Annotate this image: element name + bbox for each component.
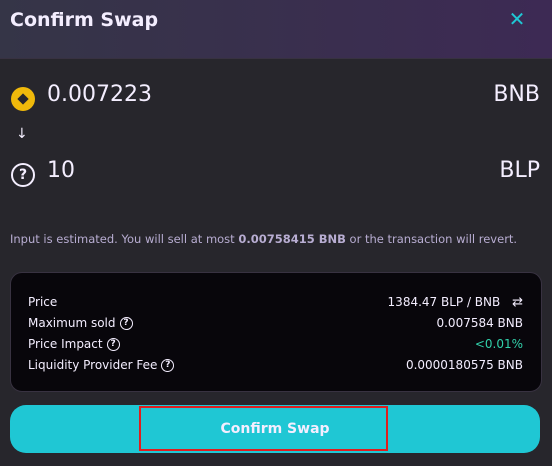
max-sold-row: Maximum sold? 0.007584 BNB <box>28 316 523 334</box>
unknown-token-icon: ? <box>11 163 35 187</box>
help-icon[interactable]: ? <box>119 317 133 330</box>
price-row: Price 1384.47 BLP / BNB ⇄ <box>28 295 523 313</box>
note-prefix: Input is estimated. You will sell at mos… <box>10 232 239 246</box>
price-impact-value: <0.01% <box>474 337 523 351</box>
note-suffix: or the transaction will revert. <box>345 232 518 246</box>
output-symbol: BLP <box>499 158 540 183</box>
fee-label-group: Liquidity Provider Fee? <box>28 358 175 372</box>
note-max-amount: 0.00758415 BNB <box>238 232 346 246</box>
max-sold-label: Maximum sold <box>28 316 116 330</box>
output-token-row: ? 10 BLP <box>0 155 552 195</box>
lp-fee-value: 0.0000180575 BNB <box>405 358 523 372</box>
confirm-swap-label: Confirm Swap <box>220 421 330 437</box>
price-value: 1384.47 BLP / BNB <box>387 295 501 309</box>
help-icon[interactable]: ? <box>106 338 120 351</box>
input-token-row: 0.007223 BNB <box>0 79 552 119</box>
arrow-down-icon: ↓ <box>16 126 28 142</box>
swap-details-panel: Price 1384.47 BLP / BNB ⇄ Maximum sold? … <box>10 272 542 392</box>
modal-header: Confirm Swap ✕ <box>0 0 552 59</box>
input-amount: 0.007223 <box>47 82 152 107</box>
confirm-swap-button[interactable]: Confirm Swap <box>10 405 540 453</box>
lp-fee-label: Liquidity Provider Fee <box>28 358 158 372</box>
help-icon[interactable]: ? <box>161 359 175 372</box>
lp-fee-row: Liquidity Provider Fee? 0.0000180575 BNB <box>28 358 523 376</box>
close-icon[interactable]: ✕ <box>507 7 527 31</box>
output-amount: 10 <box>47 158 75 183</box>
max-sold-value: 0.007584 BNB <box>436 316 523 330</box>
bnb-token-icon <box>11 87 35 111</box>
price-label: Price <box>28 295 58 309</box>
estimate-note: Input is estimated. You will sell at mos… <box>10 232 545 246</box>
input-symbol: BNB <box>493 82 540 107</box>
price-value-group: 1384.47 BLP / BNB ⇄ <box>388 295 523 310</box>
max-sold-label-group: Maximum sold? <box>28 316 133 330</box>
price-impact-label: Price Impact <box>28 337 103 351</box>
impact-label-group: Price Impact? <box>28 337 120 351</box>
price-impact-row: Price Impact? <0.01% <box>28 337 523 355</box>
modal-title: Confirm Swap <box>10 9 159 31</box>
swap-price-icon[interactable]: ⇄ <box>512 295 523 310</box>
